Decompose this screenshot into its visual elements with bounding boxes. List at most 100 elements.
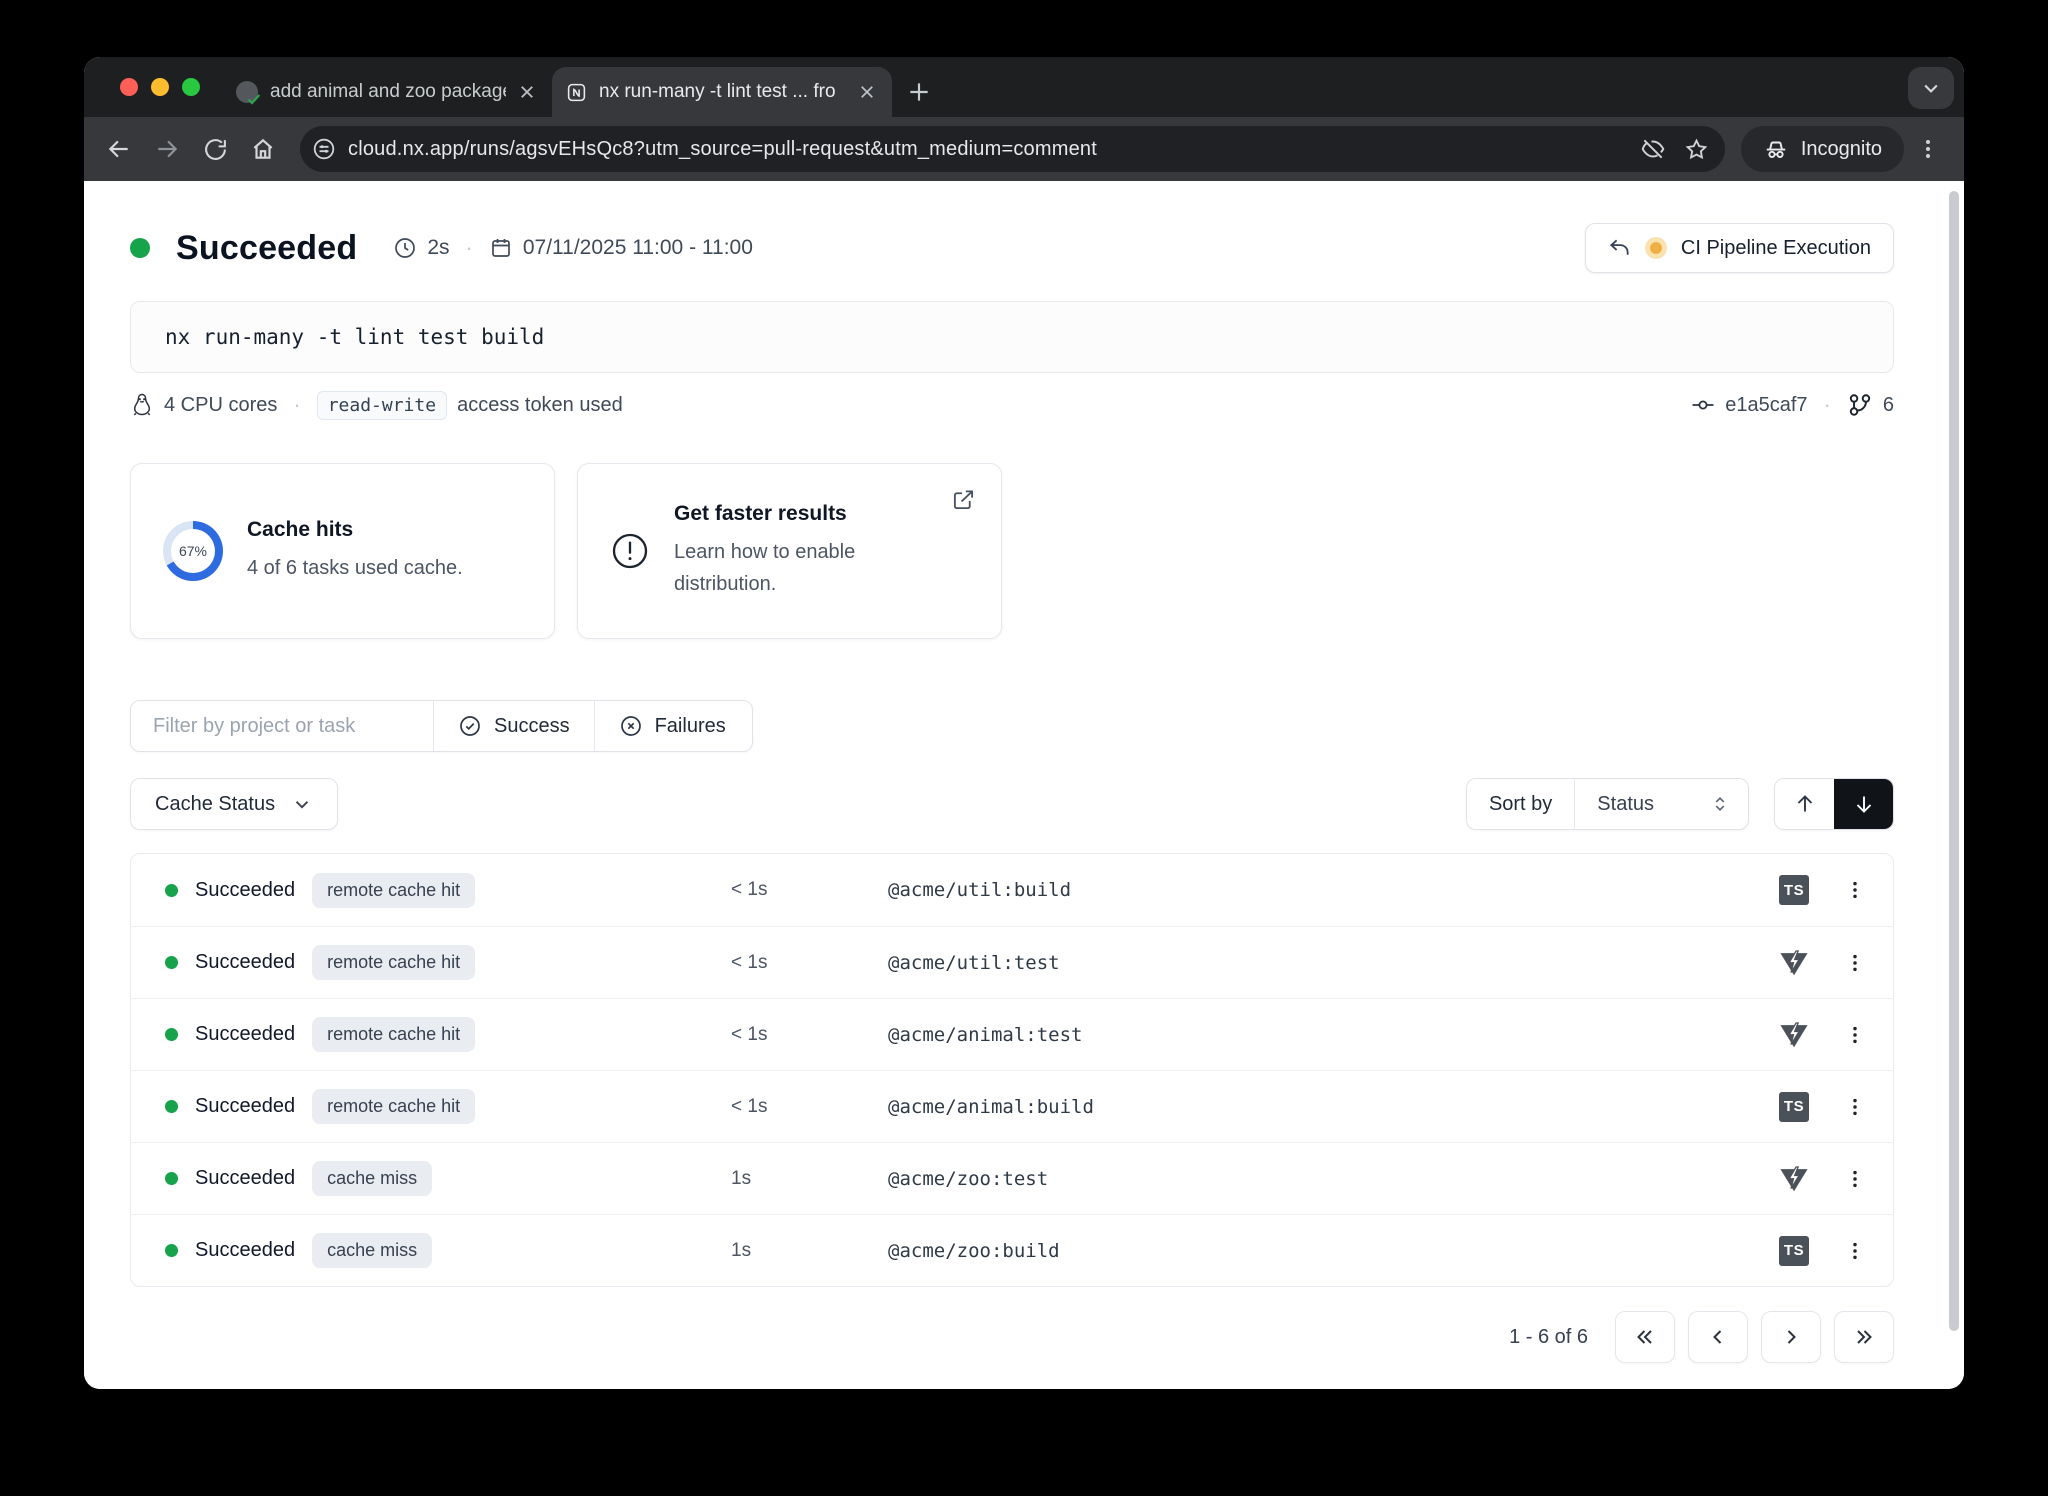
tab-search-button[interactable] [1908,67,1954,109]
task-row[interactable]: Succeeded remote cache hit < 1s @acme/an… [131,1070,1893,1142]
run-date-range: 07/11/2025 11:00 - 11:00 [523,236,753,260]
forward-icon[interactable] [146,128,188,170]
filter-failures-label: Failures [655,715,726,738]
task-row[interactable]: Succeeded remote cache hit < 1s @acme/ut… [131,854,1893,926]
github-check-favicon [236,81,258,103]
task-list: Succeeded remote cache hit < 1s @acme/ut… [130,853,1894,1287]
cache-status-chip: cache miss [312,1161,432,1196]
x-circle-icon [619,714,643,738]
task-duration: < 1s [731,952,767,974]
row-menu-icon[interactable] [1841,1231,1869,1271]
cache-status-label: Cache Status [155,793,275,816]
tab-pull-request[interactable]: add animal and zoo packages [222,67,552,117]
close-tab-icon[interactable] [858,83,876,101]
cache-status-chip: remote cache hit [312,1017,475,1052]
row-menu-icon[interactable] [1841,870,1869,910]
maximize-window-button[interactable] [182,78,200,96]
typescript-icon: TS [1779,875,1809,905]
home-icon[interactable] [242,128,284,170]
commit-icon [1691,393,1715,417]
dot-separator: · [1818,392,1837,418]
incognito-label: Incognito [1801,138,1882,161]
page-scrollbar[interactable] [1949,191,1959,1331]
external-link-icon[interactable] [952,488,975,511]
browser-menu-icon[interactable] [1910,137,1946,161]
alert-circle-icon [610,531,650,571]
preview-eye-off-icon[interactable] [1640,136,1666,162]
clock-icon [393,236,417,260]
url-text[interactable]: cloud.nx.app/runs/agsvEHsQc8?utm_source=… [348,138,1628,161]
nx-cloud-favicon [566,82,587,103]
ci-pipeline-execution-button[interactable]: CI Pipeline Execution [1585,223,1894,273]
filter-group: Success Failures [130,700,753,752]
sort-group: Sort by Status [1466,778,1749,830]
filter-success-label: Success [494,715,570,738]
cache-status-dropdown[interactable]: Cache Status [130,778,338,830]
task-name: @acme/zoo:build [888,1240,1060,1262]
back-icon[interactable] [98,128,140,170]
calendar-icon [489,236,513,260]
select-chevrons-icon [1710,794,1730,814]
cache-status-chip: remote cache hit [312,873,475,908]
get-faster-results-card[interactable]: Get faster results Learn how to enable d… [577,463,1002,639]
tab-strip: add animal and zoo packages nx run-many … [84,57,1964,117]
task-name: @acme/animal:test [888,1024,1082,1046]
prev-page-button[interactable] [1688,1311,1748,1363]
chevron-right-icon [1779,1325,1803,1349]
task-duration: 1s [731,1168,751,1190]
row-menu-icon[interactable] [1841,1087,1869,1127]
filter-failures-button[interactable]: Failures [594,701,750,751]
row-menu-icon[interactable] [1841,1015,1869,1055]
task-status-label: Succeeded [195,1023,295,1046]
tab-nx-run[interactable]: nx run-many -t lint test ... fro [552,67,892,117]
faster-card-title: Get faster results [674,502,904,526]
close-window-button[interactable] [120,78,138,96]
run-duration: 2s [427,236,449,260]
close-tab-icon[interactable] [518,83,536,101]
task-name: @acme/animal:build [888,1096,1094,1118]
task-status-dot [165,956,178,969]
task-row[interactable]: Succeeded remote cache hit < 1s @acme/an… [131,998,1893,1070]
nx-cloud-run-page: Succeeded 2s · 07/11/2025 11:00 - 11:00 [84,181,1964,1389]
task-status-dot [165,1244,178,1257]
run-command: nx run-many -t lint test build [130,301,1894,373]
undo-icon [1608,237,1631,260]
task-status-label: Succeeded [195,1095,295,1118]
url-bar[interactable]: cloud.nx.app/runs/agsvEHsQc8?utm_source=… [300,126,1725,172]
filter-input[interactable] [131,701,433,751]
reload-icon[interactable] [194,128,236,170]
first-page-button[interactable] [1615,1311,1675,1363]
incognito-icon [1763,136,1789,162]
access-token-type: read-write [317,391,447,420]
task-row[interactable]: Succeeded cache miss 1s @acme/zoo:build … [131,1214,1893,1286]
last-page-button[interactable] [1834,1311,1894,1363]
sort-descending-button[interactable] [1834,779,1893,829]
site-settings-icon[interactable] [312,137,336,161]
git-branch-icon [1847,392,1873,418]
row-menu-icon[interactable] [1841,1159,1869,1199]
task-name: @acme/zoo:test [888,1168,1048,1190]
minimize-window-button[interactable] [151,78,169,96]
task-status-dot [165,1100,178,1113]
tab-title: nx run-many -t lint test ... fro [599,81,846,103]
chevron-left-icon [1706,1325,1730,1349]
task-duration: 1s [731,1240,751,1262]
next-page-button[interactable] [1761,1311,1821,1363]
task-row[interactable]: Succeeded cache miss 1s @acme/zoo:test [131,1142,1893,1214]
row-menu-icon[interactable] [1841,943,1869,983]
sort-field-select[interactable]: Status [1575,779,1748,829]
chevrons-left-icon [1633,1325,1657,1349]
cache-status-chip: remote cache hit [312,1089,475,1124]
filter-success-button[interactable]: Success [433,701,594,751]
bookmark-star-icon[interactable] [1684,137,1709,162]
vitest-icon [1779,948,1809,978]
cache-donut: 67% [163,521,223,581]
new-tab-icon[interactable] [906,79,932,105]
vitest-icon [1779,1020,1809,1050]
access-token-suffix: access token used [457,394,623,417]
task-status-label: Succeeded [195,951,295,974]
task-duration: < 1s [731,1096,767,1118]
task-row[interactable]: Succeeded remote cache hit < 1s @acme/ut… [131,926,1893,998]
sort-ascending-button[interactable] [1775,779,1834,829]
task-status-dot [165,1028,178,1041]
